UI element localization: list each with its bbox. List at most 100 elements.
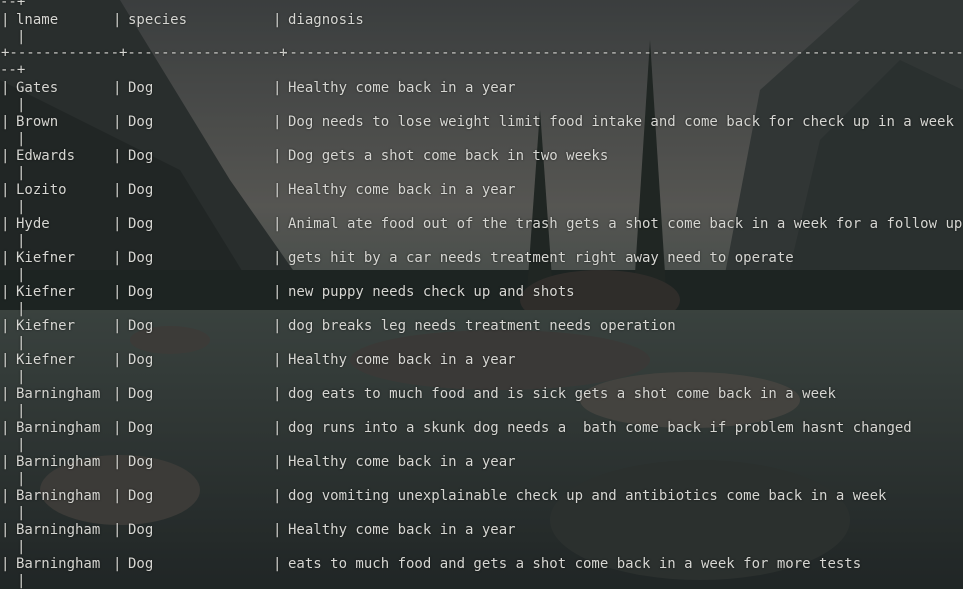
- cell-lname: Barningham: [16, 522, 101, 538]
- cell-diagnosis: dog vomiting unexplainable check up and …: [288, 488, 887, 504]
- column-separator: |: [273, 386, 282, 402]
- column-separator: |: [113, 284, 122, 300]
- cell-diagnosis: Dog gets a shot come back in two weeks: [288, 148, 609, 164]
- cell-lname: Barningham: [16, 488, 101, 504]
- cell-diagnosis: Healthy come back in a year: [288, 352, 516, 368]
- column-separator: |: [1, 284, 10, 300]
- wrapped-pipe: |: [17, 131, 26, 147]
- column-header-diagnosis: diagnosis: [288, 12, 364, 28]
- query-result-table: --+ | lname | species | diagnosis | +---…: [0, 0, 963, 589]
- column-separator: |: [113, 454, 122, 470]
- wrapped-pipe: |: [17, 335, 26, 351]
- column-separator: |: [273, 148, 282, 164]
- column-separator: |: [1, 488, 10, 504]
- cell-species: Dog: [128, 556, 154, 572]
- column-separator: |: [273, 250, 282, 266]
- column-separator: |: [273, 352, 282, 368]
- table-separator-dashes: ----------------------------------------…: [281, 45, 963, 61]
- wrapped-pipe: |: [17, 97, 26, 113]
- cell-diagnosis: dog eats to much food and is sick gets a…: [288, 386, 836, 402]
- column-separator: |: [113, 488, 122, 504]
- cell-lname: Brown: [16, 114, 59, 130]
- cell-lname: Barningham: [16, 454, 101, 470]
- table-separator-tail: --+: [0, 62, 26, 78]
- wrapped-pipe: |: [17, 403, 26, 419]
- column-separator: |: [113, 420, 122, 436]
- cell-diagnosis: Dog needs to lose weight limit food inta…: [288, 114, 954, 130]
- wrapped-pipe: |: [17, 29, 26, 45]
- cell-lname: Kiefner: [16, 284, 76, 300]
- column-separator: |: [273, 420, 282, 436]
- cell-diagnosis: Healthy come back in a year: [288, 454, 516, 470]
- column-separator: |: [1, 454, 10, 470]
- column-separator: |: [1, 556, 10, 572]
- column-separator: |: [113, 80, 122, 96]
- column-separator: |: [113, 216, 122, 232]
- wrapped-pipe: |: [17, 573, 26, 589]
- cell-diagnosis: Animal ate food out of the trash gets a …: [288, 216, 963, 232]
- column-separator: |: [1, 148, 10, 164]
- wrapped-pipe: |: [17, 369, 26, 385]
- column-separator: |: [1, 80, 10, 96]
- cell-diagnosis: dog runs into a skunk dog needs a bath c…: [288, 420, 912, 436]
- wrapped-pipe: |: [17, 539, 26, 555]
- column-separator: |: [1, 250, 10, 266]
- wrapped-pipe: |: [17, 505, 26, 521]
- column-separator: |: [273, 182, 282, 198]
- cell-species: Dog: [128, 148, 154, 164]
- cell-species: Dog: [128, 216, 154, 232]
- cell-species: Dog: [128, 454, 154, 470]
- cell-diagnosis: eats to much food and gets a shot come b…: [288, 556, 862, 572]
- cell-lname: Barningham: [16, 386, 101, 402]
- wrapped-pipe: |: [17, 267, 26, 283]
- column-separator: |: [1, 182, 10, 198]
- wrapped-pipe: |: [17, 199, 26, 215]
- column-separator: |: [113, 182, 122, 198]
- cell-lname: Gates: [16, 80, 59, 96]
- cell-diagnosis: new puppy needs check up and shots: [288, 284, 575, 300]
- cell-lname: Barningham: [16, 556, 101, 572]
- column-separator: |: [273, 488, 282, 504]
- cell-lname: Kiefner: [16, 318, 76, 334]
- cell-species: Dog: [128, 318, 154, 334]
- column-separator: |: [1, 420, 10, 436]
- column-separator: |: [1, 216, 10, 232]
- cell-species: Dog: [128, 284, 154, 300]
- column-separator: |: [113, 114, 122, 130]
- cell-species: Dog: [128, 420, 154, 436]
- column-separator: |: [113, 556, 122, 572]
- cell-species: Dog: [128, 250, 154, 266]
- cell-diagnosis: Healthy come back in a year: [288, 182, 516, 198]
- cell-diagnosis: dog breaks leg needs treatment needs ope…: [288, 318, 676, 334]
- terminal-window[interactable]: --+ | lname | species | diagnosis | +---…: [0, 0, 963, 589]
- cell-lname: Edwards: [16, 148, 76, 164]
- cell-species: Dog: [128, 386, 154, 402]
- column-separator: |: [1, 522, 10, 538]
- wrapped-pipe: |: [17, 471, 26, 487]
- cell-diagnosis: Healthy come back in a year: [288, 522, 516, 538]
- cell-lname: Barningham: [16, 420, 101, 436]
- table-border-top: --+: [0, 0, 26, 10]
- column-separator: |: [113, 352, 122, 368]
- column-separator: |: [113, 12, 122, 28]
- cell-lname: Kiefner: [16, 352, 76, 368]
- column-separator: |: [273, 454, 282, 470]
- column-separator: |: [273, 216, 282, 232]
- cell-species: Dog: [128, 114, 154, 130]
- column-separator: |: [1, 352, 10, 368]
- column-separator: |: [113, 522, 122, 538]
- column-separator: |: [273, 12, 282, 28]
- column-separator: |: [1, 318, 10, 334]
- column-separator: |: [273, 556, 282, 572]
- column-separator: |: [273, 318, 282, 334]
- cell-diagnosis: gets hit by a car needs treatment right …: [288, 250, 794, 266]
- column-separator: |: [273, 114, 282, 130]
- column-separator: |: [113, 148, 122, 164]
- cell-species: Dog: [128, 522, 154, 538]
- wrapped-pipe: |: [17, 437, 26, 453]
- column-header-species: species: [128, 12, 188, 28]
- cell-lname: Lozito: [16, 182, 67, 198]
- column-separator: |: [1, 114, 10, 130]
- cell-diagnosis: Healthy come back in a year: [288, 80, 516, 96]
- cell-species: Dog: [128, 352, 154, 368]
